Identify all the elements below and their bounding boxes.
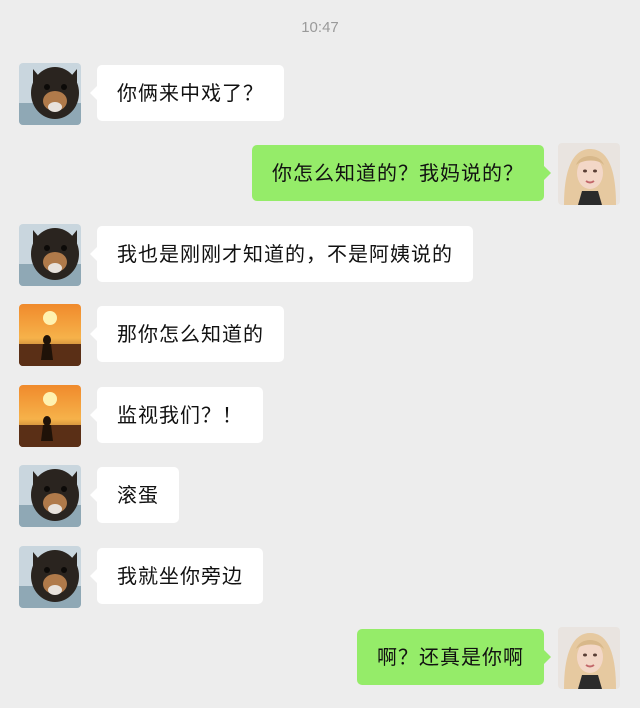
sunset-avatar[interactable] [19, 385, 81, 447]
blonde-avatar[interactable] [558, 627, 620, 689]
dog-avatar[interactable] [19, 465, 81, 527]
chat-timestamp: 10:47 [301, 19, 339, 36]
blonde-avatar[interactable] [558, 143, 620, 205]
incoming-message-bubble[interactable]: 你俩来中戏了？ [90, 65, 284, 121]
outgoing-message-bubble[interactable]: 啊？还真是你啊 [357, 629, 551, 685]
message-row: 我就坐你旁边 [0, 546, 640, 608]
message-row: 我也是刚刚才知道的，不是阿姨说的 [0, 224, 640, 286]
dog-avatar[interactable] [19, 63, 81, 125]
incoming-message-bubble[interactable]: 我也是刚刚才知道的，不是阿姨说的 [90, 226, 473, 282]
message-row: 滚蛋 [0, 465, 640, 527]
sunset-avatar[interactable] [19, 304, 81, 366]
dog-avatar[interactable] [19, 546, 81, 608]
incoming-message-bubble[interactable]: 我就坐你旁边 [90, 548, 263, 604]
incoming-message-bubble[interactable]: 滚蛋 [90, 467, 179, 523]
message-row: 监视我们？！ [0, 385, 640, 447]
message-row: 啊？还真是你啊 [0, 627, 640, 689]
incoming-message-bubble[interactable]: 那你怎么知道的 [90, 306, 284, 362]
message-row: 你怎么知道的？我妈说的？ [0, 143, 640, 205]
outgoing-message-bubble[interactable]: 你怎么知道的？我妈说的？ [252, 145, 551, 201]
message-row: 你俩来中戏了？ [0, 63, 640, 125]
dog-avatar[interactable] [19, 224, 81, 286]
incoming-message-bubble[interactable]: 监视我们？！ [90, 387, 263, 443]
message-row: 那你怎么知道的 [0, 304, 640, 366]
